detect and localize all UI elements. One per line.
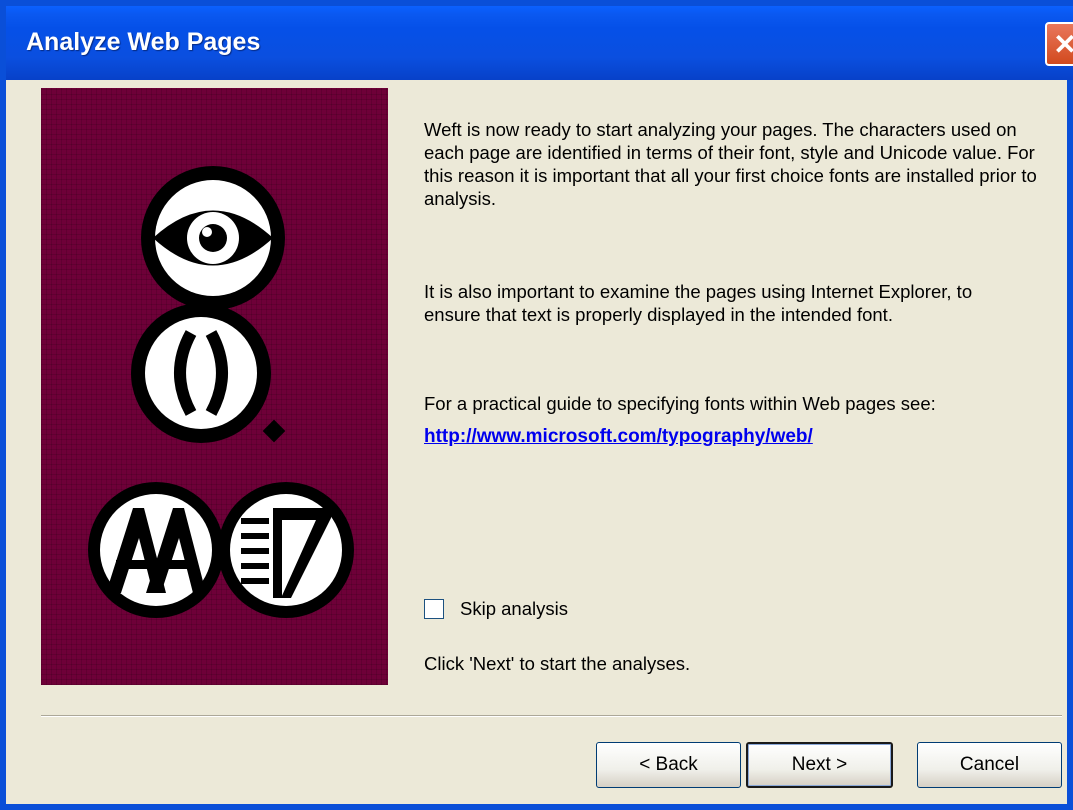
magnifier-icon xyxy=(131,303,286,443)
dialog-window: Analyze Web Pages ✕ Weft is now ready to… xyxy=(0,0,1073,810)
skip-analysis-label[interactable]: Skip analysis xyxy=(460,598,568,620)
divider xyxy=(41,715,1062,717)
guide-paragraph: For a practical guide to specifying font… xyxy=(424,393,936,414)
window-title: Analyze Web Pages xyxy=(26,28,261,56)
next-button[interactable]: Next > xyxy=(746,742,893,788)
skip-analysis-row: Skip analysis xyxy=(424,598,568,620)
typography-link[interactable]: http://www.microsoft.com/typography/web/ xyxy=(424,426,813,448)
close-button[interactable]: ✕ xyxy=(1045,22,1073,66)
close-icon: ✕ xyxy=(1053,28,1073,60)
weft-logo-graphic xyxy=(88,166,354,618)
text-lines-icon xyxy=(218,482,354,618)
intro-paragraph: Weft is now ready to start analyzing you… xyxy=(424,119,1037,209)
back-button[interactable]: < Back xyxy=(596,742,741,788)
instruction-text: Click 'Next' to start the analyses. xyxy=(424,653,691,674)
skip-analysis-checkbox[interactable] xyxy=(424,599,444,619)
eye-icon xyxy=(141,166,285,310)
font-letters-icon xyxy=(88,482,224,618)
ie-paragraph: It is also important to examine the page… xyxy=(424,281,973,325)
cancel-button[interactable]: Cancel xyxy=(917,742,1062,788)
wizard-side-image xyxy=(41,88,388,685)
title-bar[interactable]: Analyze Web Pages ✕ xyxy=(6,0,1073,80)
